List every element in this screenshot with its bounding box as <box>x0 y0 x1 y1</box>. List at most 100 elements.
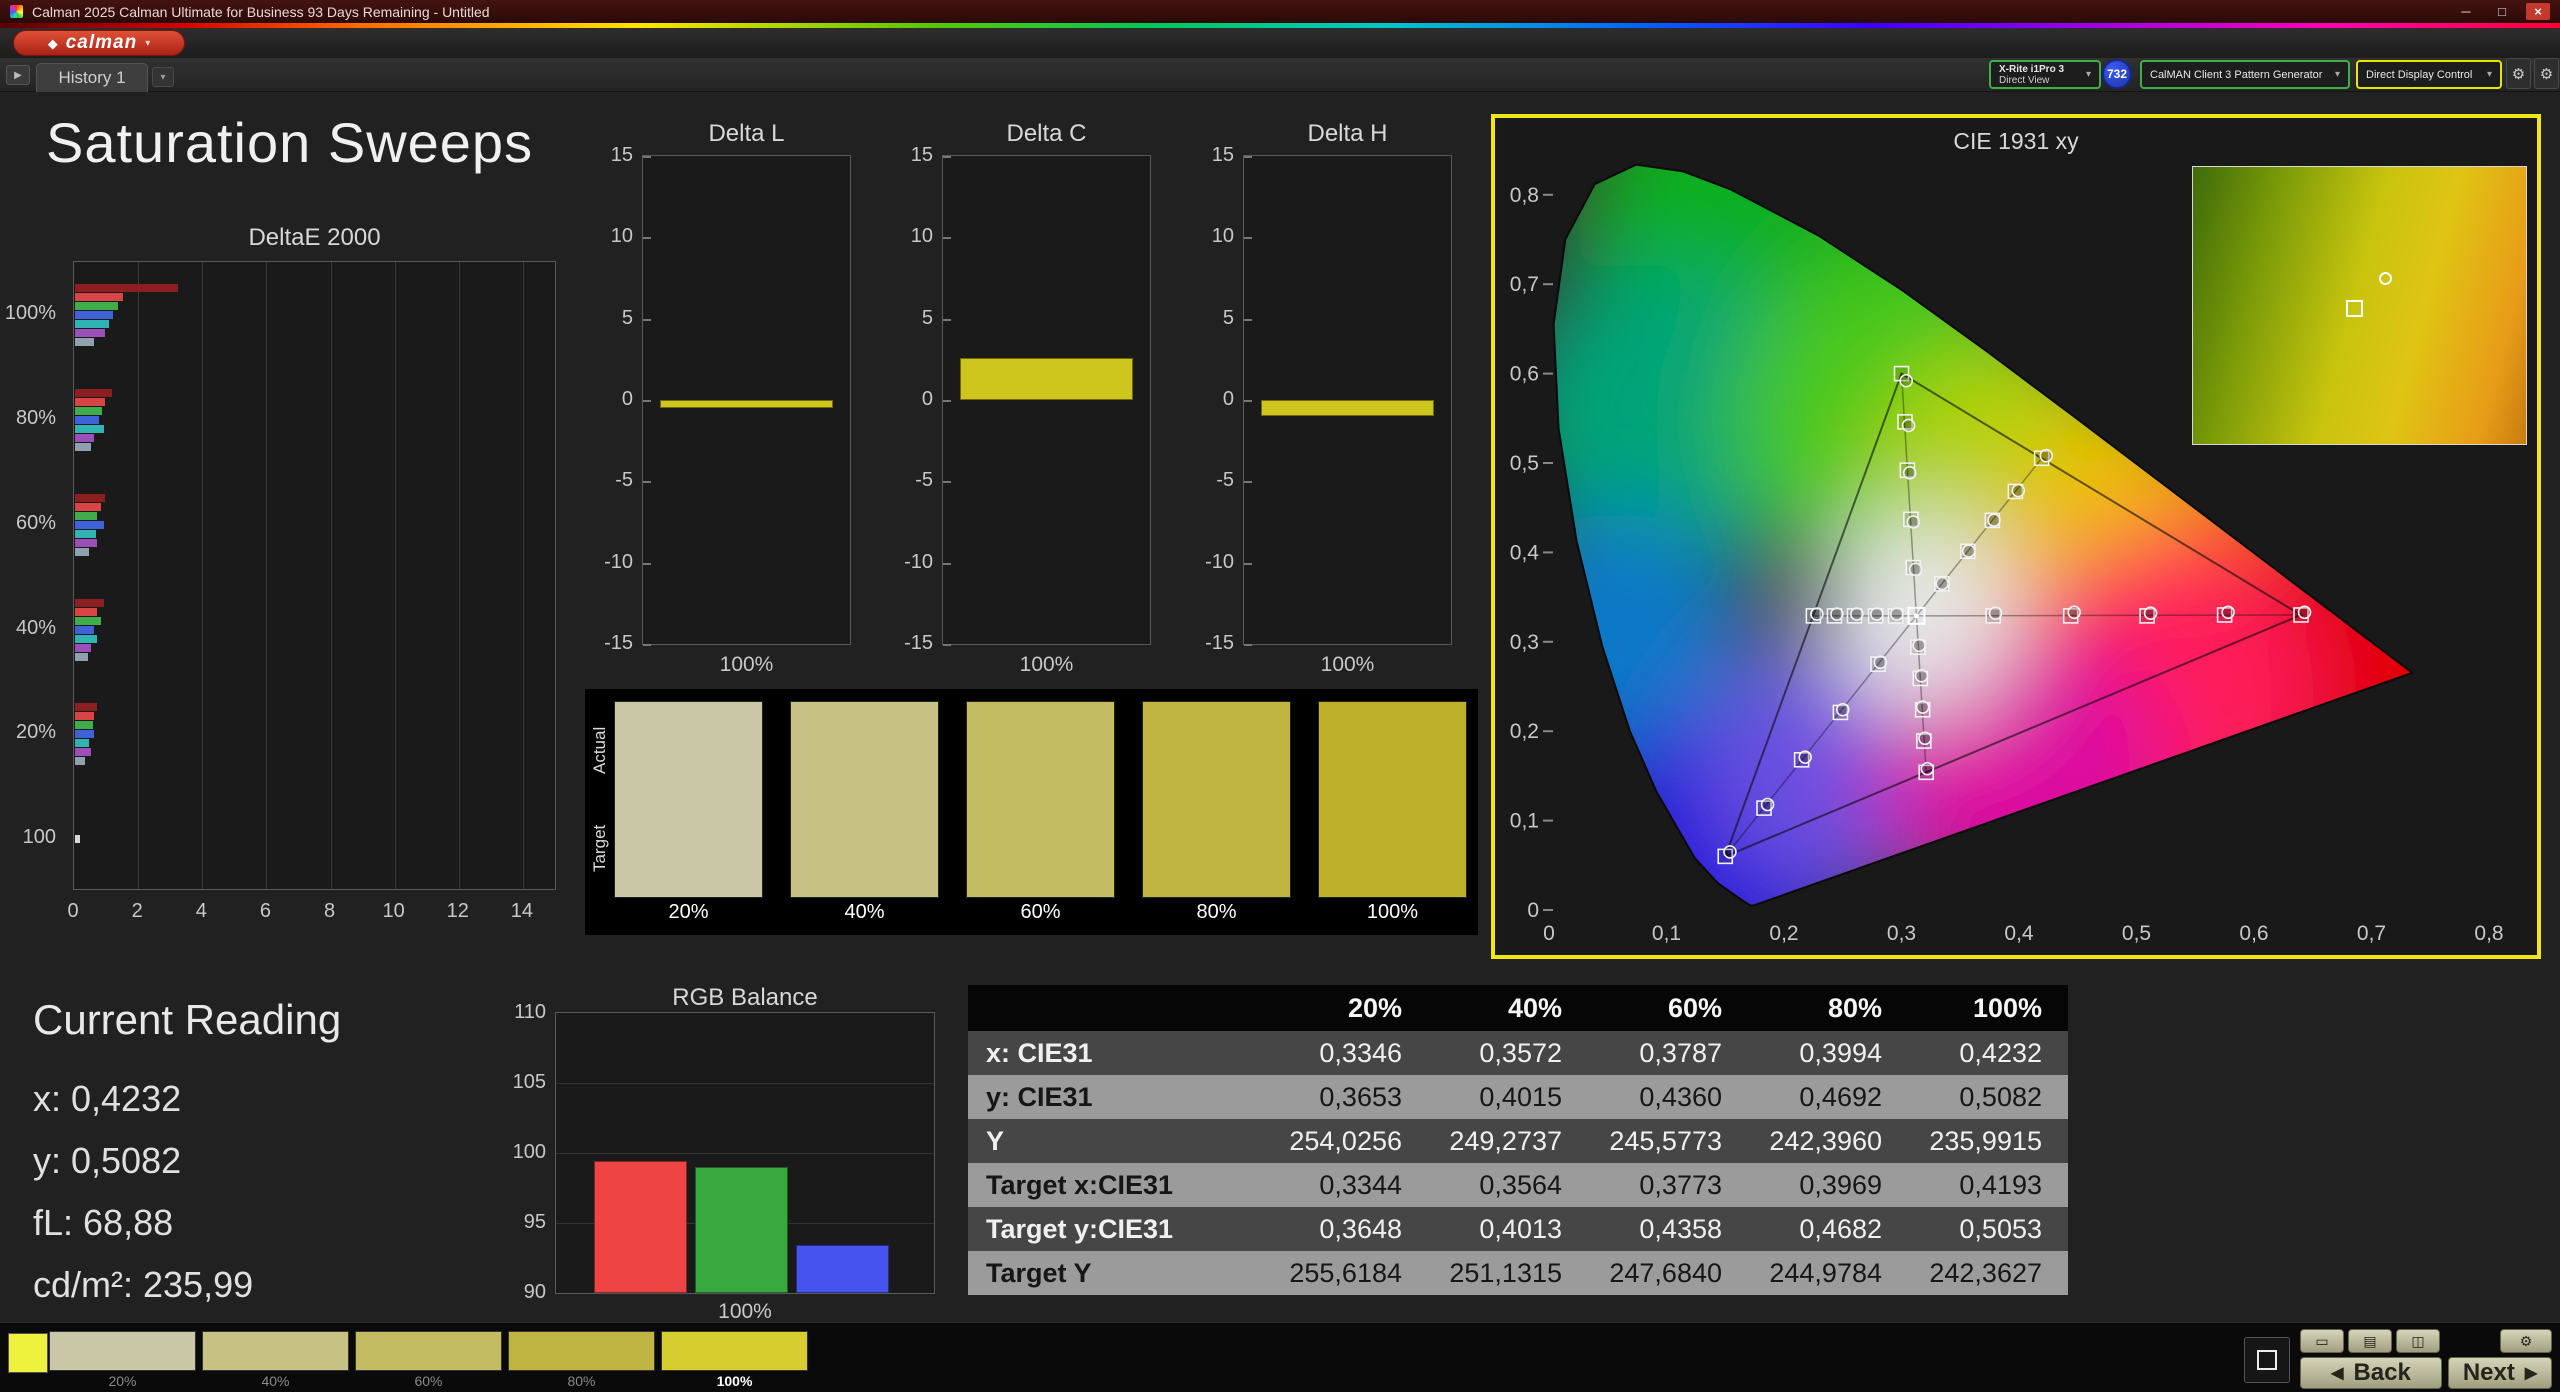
close-button[interactable]: × <box>2526 3 2550 20</box>
report-view-button[interactable]: ▤ <box>2348 1329 2392 1353</box>
maximize-button[interactable]: □ <box>2490 3 2514 20</box>
table-row-label: y: CIE31 <box>986 1081 1093 1112</box>
y-tick-label: -15 <box>904 632 933 654</box>
deltae-bar <box>75 652 88 661</box>
measured-marker <box>1915 700 1930 714</box>
display-control-button[interactable]: Direct Display Control ▾ <box>2356 60 2502 89</box>
measured-marker <box>1760 797 1775 812</box>
workflow-gear-button[interactable]: ⚙ <box>2534 58 2559 89</box>
deltae-bar <box>75 319 109 328</box>
rgb-xlabel: 100% <box>718 1300 772 1323</box>
table-cell: 255,6184 <box>1289 1257 1402 1288</box>
table-row: x: CIE31 0,3346 0,3572 0,3787 0,3994 0,4232 <box>968 1031 2068 1075</box>
options-mini-button[interactable]: ⚙ <box>2500 1329 2552 1353</box>
y-tick-label: 100 <box>512 1141 546 1163</box>
bottom-level-swatch[interactable] <box>508 1331 655 1371</box>
deltae-bar <box>75 502 101 511</box>
tick-dash <box>1244 481 1252 484</box>
inset-measured-marker <box>2379 272 2393 286</box>
deltae-bar <box>75 415 100 424</box>
table-header-cell: 80% <box>1827 992 1882 1023</box>
svg-text:0,3: 0,3 <box>1887 922 1916 945</box>
tab-options-button[interactable]: ▾ <box>152 67 174 87</box>
tick-dash <box>643 400 651 402</box>
table-row-label: Target y:CIE31 <box>986 1213 1174 1244</box>
deltae-bar <box>75 702 98 711</box>
x-tick-label: 12 <box>446 900 469 922</box>
deltae-bar <box>75 643 92 652</box>
tick-dash <box>943 562 951 565</box>
deltae-bar <box>75 625 95 634</box>
measured-marker <box>1870 607 1884 621</box>
bottom-level-item[interactable]: 20% <box>49 1331 196 1390</box>
next-button[interactable]: Next ▶ <box>2448 1357 2552 1389</box>
measured-marker <box>1918 731 1932 746</box>
measured-marker <box>2297 605 2312 620</box>
tab-history-1[interactable]: History 1 <box>36 63 148 92</box>
deltac-title: Delta C <box>1006 120 1087 147</box>
bottom-level-swatch[interactable] <box>49 1331 196 1371</box>
deltal-plot: 15 10 5 0 -5 -10 -15 <box>604 144 851 654</box>
deltae-bar <box>75 747 92 756</box>
tick-dash <box>943 318 951 321</box>
table-cell: 0,3653 <box>1319 1081 1402 1112</box>
tick-dash <box>1244 156 1252 158</box>
y-tick-label: 15 <box>1211 144 1234 166</box>
current-reading-x: x: 0,4232 <box>33 1078 182 1119</box>
swatch-label: 60% <box>1020 900 1061 923</box>
meter-device-button[interactable]: X-Rite i1Pro 3 Direct View ▾ <box>1989 60 2101 89</box>
measured-marker <box>1912 638 1926 653</box>
rgb-plot: 110 105 100 95 90 <box>513 1001 935 1303</box>
table-cell: 0,3773 <box>1639 1169 1722 1200</box>
minimize-button[interactable]: ─ <box>2454 3 2478 20</box>
tick-dash <box>643 237 651 240</box>
tick-dash <box>943 481 951 484</box>
deltae-bar <box>75 292 124 301</box>
y-tick-label: 80% <box>15 407 56 429</box>
sidebar-toggle-button[interactable]: ▶ <box>6 65 30 85</box>
y-tick-label: -5 <box>1216 469 1234 492</box>
cie-panel[interactable]: CIE 1931 xy 0 0,1 0,2 0,3 0,4 0,5 0,6 0,7 0,8 0 0,… <box>1491 114 2541 959</box>
svg-text:0,6: 0,6 <box>1510 363 1539 386</box>
bottom-level-item[interactable]: 80% <box>508 1331 655 1390</box>
bottom-level-swatch[interactable] <box>355 1331 502 1371</box>
bottom-level-item[interactable]: 40% <box>202 1331 349 1390</box>
tick-dash <box>643 562 651 565</box>
x-tick-label: 10 <box>382 900 405 922</box>
table-row: Target y:CIE31 0,3648 0,4013 0,4358 0,4682 0,… <box>968 1207 2068 1251</box>
back-button[interactable]: ◀ Back <box>2300 1357 2442 1389</box>
tab-label: History 1 <box>58 68 126 87</box>
bottom-level-label: 60% <box>414 1372 443 1389</box>
bottom-level-item[interactable]: 60% <box>355 1331 502 1390</box>
meter-status-badge[interactable]: 732 <box>2102 59 2132 89</box>
measured-marker <box>1899 373 1914 388</box>
tick-dash <box>1244 318 1252 321</box>
bottom-bar: 20% 40% 60% 80% 100% ▭ ▤ ◫ ⚙ ◀ Back Next ▶ <box>0 1322 2560 1392</box>
table-cell: 0,3346 <box>1319 1037 1402 1068</box>
bottom-level-item[interactable]: 100% <box>661 1331 808 1390</box>
calman-menu-button[interactable]: ◆ calman ▾ <box>13 30 185 56</box>
display-view-button[interactable]: ▭ <box>2300 1329 2344 1353</box>
y-tick-label: 10 <box>910 225 933 248</box>
deltae-bar <box>75 756 85 765</box>
deltal-xlabel: 100% <box>719 653 774 676</box>
layout-view-button[interactable]: ◫ <box>2396 1329 2440 1353</box>
y-tick-label: 95 <box>523 1211 546 1233</box>
y-tick-label: 15 <box>610 144 633 166</box>
bottom-level-swatch[interactable] <box>202 1331 349 1371</box>
cie-title: CIE 1931 xy <box>1953 128 2079 154</box>
deltae-bar <box>75 328 106 337</box>
deltah-plot: 15 10 5 0 -5 -10 -15 <box>1205 144 1452 654</box>
bottom-level-swatch[interactable] <box>661 1331 808 1371</box>
deltae-bar <box>75 711 95 720</box>
settings-gear-button[interactable]: ⚙ <box>2506 58 2531 89</box>
pattern-source-button[interactable]: CalMAN Client 3 Pattern Generator ▾ <box>2140 60 2350 89</box>
report-icon: ▤ <box>2363 1332 2377 1349</box>
table-cell: 0,4360 <box>1639 1081 1722 1112</box>
table-cell: 0,4682 <box>1799 1213 1882 1244</box>
bottom-level-label: 40% <box>261 1372 290 1389</box>
deltae2000-title: DeltaE 2000 <box>248 224 381 251</box>
gridline <box>266 262 268 889</box>
pattern-window-button[interactable] <box>2244 1337 2290 1383</box>
table-row-label: Target x:CIE31 <box>986 1169 1174 1200</box>
